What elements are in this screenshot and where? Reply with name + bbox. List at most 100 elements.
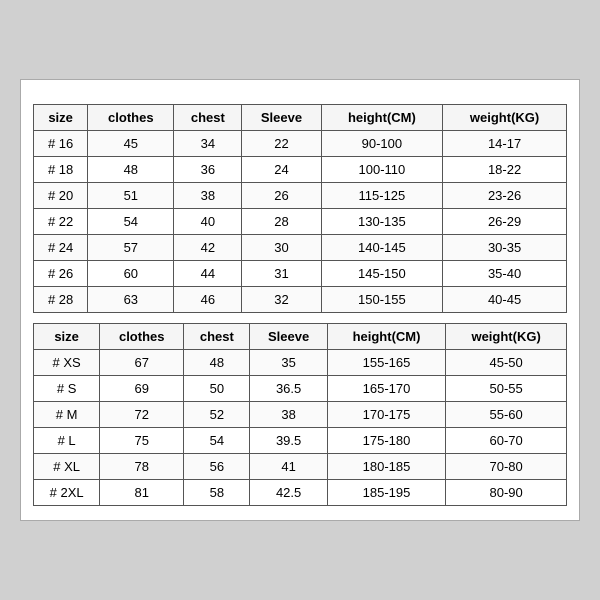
table-cell: 115-125	[321, 183, 443, 209]
table-cell: 57	[88, 235, 174, 261]
table-row: # 22544028130-13526-29	[34, 209, 567, 235]
table-row: # S695036.5165-17050-55	[34, 376, 567, 402]
table-cell: 46	[174, 287, 242, 313]
table1-col-header: size	[34, 105, 88, 131]
table-cell: 42.5	[250, 480, 327, 506]
table-cell: 30-35	[443, 235, 567, 261]
table-cell: 67	[100, 350, 184, 376]
table-cell: 100-110	[321, 157, 443, 183]
table-cell: 70-80	[446, 454, 567, 480]
table2-col-header: height(CM)	[327, 324, 445, 350]
table-cell: 58	[184, 480, 250, 506]
table-cell: 48	[184, 350, 250, 376]
table-cell: 38	[174, 183, 242, 209]
table-row: # 26604431145-15035-40	[34, 261, 567, 287]
table-row: # 2XL815842.5185-19580-90	[34, 480, 567, 506]
table1-header: sizeclotheschestSleeveheight(CM)weight(K…	[34, 105, 567, 131]
table-row: # 28634632150-15540-45	[34, 287, 567, 313]
table-cell: 52	[184, 402, 250, 428]
table2-col-header: chest	[184, 324, 250, 350]
table1-col-header: chest	[174, 105, 242, 131]
table-cell: 72	[100, 402, 184, 428]
table-cell: 180-185	[327, 454, 445, 480]
table2-col-header: size	[34, 324, 100, 350]
size-table-2: sizeclotheschestSleeveheight(CM)weight(K…	[33, 323, 567, 506]
table-cell: 56	[184, 454, 250, 480]
table-cell: 55-60	[446, 402, 567, 428]
size-chart-card: sizeclotheschestSleeveheight(CM)weight(K…	[20, 79, 580, 521]
table-cell: 35-40	[443, 261, 567, 287]
table-cell: 90-100	[321, 131, 443, 157]
table-row: # L755439.5175-18060-70	[34, 428, 567, 454]
table-cell: 42	[174, 235, 242, 261]
table-cell: 145-150	[321, 261, 443, 287]
table2-col-header: weight(KG)	[446, 324, 567, 350]
table-cell: 36.5	[250, 376, 327, 402]
table-cell: # 28	[34, 287, 88, 313]
table-cell: 36	[174, 157, 242, 183]
table-cell: # 2XL	[34, 480, 100, 506]
table1-body: # 1645342290-10014-17# 18483624100-11018…	[34, 131, 567, 313]
table-cell: 26	[242, 183, 321, 209]
table2-col-header: Sleeve	[250, 324, 327, 350]
table-row: # 20513826115-12523-26	[34, 183, 567, 209]
table-row: # XL785641180-18570-80	[34, 454, 567, 480]
table-cell: 24	[242, 157, 321, 183]
table1-header-row: sizeclotheschestSleeveheight(CM)weight(K…	[34, 105, 567, 131]
table-cell: # 18	[34, 157, 88, 183]
table-row: # 18483624100-11018-22	[34, 157, 567, 183]
table-cell: # L	[34, 428, 100, 454]
table2-body: # XS674835155-16545-50# S695036.5165-170…	[34, 350, 567, 506]
table-cell: 30	[242, 235, 321, 261]
table-row: # 24574230140-14530-35	[34, 235, 567, 261]
table-cell: 150-155	[321, 287, 443, 313]
table-cell: 175-180	[327, 428, 445, 454]
table2-header-row: sizeclotheschestSleeveheight(CM)weight(K…	[34, 324, 567, 350]
table-cell: 26-29	[443, 209, 567, 235]
table-cell: # XL	[34, 454, 100, 480]
table-cell: 44	[174, 261, 242, 287]
table-cell: 54	[88, 209, 174, 235]
table-cell: 80-90	[446, 480, 567, 506]
table-cell: 69	[100, 376, 184, 402]
table-cell: 130-135	[321, 209, 443, 235]
table-cell: 50-55	[446, 376, 567, 402]
table-cell: 185-195	[327, 480, 445, 506]
table-cell: 51	[88, 183, 174, 209]
table-row: # M725238170-17555-60	[34, 402, 567, 428]
table-cell: 28	[242, 209, 321, 235]
table-row: # XS674835155-16545-50	[34, 350, 567, 376]
table2-header: sizeclotheschestSleeveheight(CM)weight(K…	[34, 324, 567, 350]
table-cell: 155-165	[327, 350, 445, 376]
table-row: # 1645342290-10014-17	[34, 131, 567, 157]
table-cell: 45	[88, 131, 174, 157]
table2-col-header: clothes	[100, 324, 184, 350]
table-cell: 60-70	[446, 428, 567, 454]
table-cell: 75	[100, 428, 184, 454]
table-cell: # M	[34, 402, 100, 428]
size-table-1: sizeclotheschestSleeveheight(CM)weight(K…	[33, 104, 567, 313]
table-cell: 140-145	[321, 235, 443, 261]
table-cell: 78	[100, 454, 184, 480]
table-cell: 34	[174, 131, 242, 157]
table1-col-header: height(CM)	[321, 105, 443, 131]
table1-col-header: clothes	[88, 105, 174, 131]
table-cell: 63	[88, 287, 174, 313]
table-cell: # XS	[34, 350, 100, 376]
table1-col-header: Sleeve	[242, 105, 321, 131]
table-cell: 48	[88, 157, 174, 183]
table-cell: # 26	[34, 261, 88, 287]
table-cell: # 16	[34, 131, 88, 157]
table-cell: # 24	[34, 235, 88, 261]
table-cell: 170-175	[327, 402, 445, 428]
table-cell: 35	[250, 350, 327, 376]
table-cell: 165-170	[327, 376, 445, 402]
table1-col-header: weight(KG)	[443, 105, 567, 131]
table-cell: 39.5	[250, 428, 327, 454]
table-cell: 50	[184, 376, 250, 402]
table-cell: 40	[174, 209, 242, 235]
table-cell: 22	[242, 131, 321, 157]
table-cell: 81	[100, 480, 184, 506]
table-cell: # S	[34, 376, 100, 402]
table-cell: # 20	[34, 183, 88, 209]
